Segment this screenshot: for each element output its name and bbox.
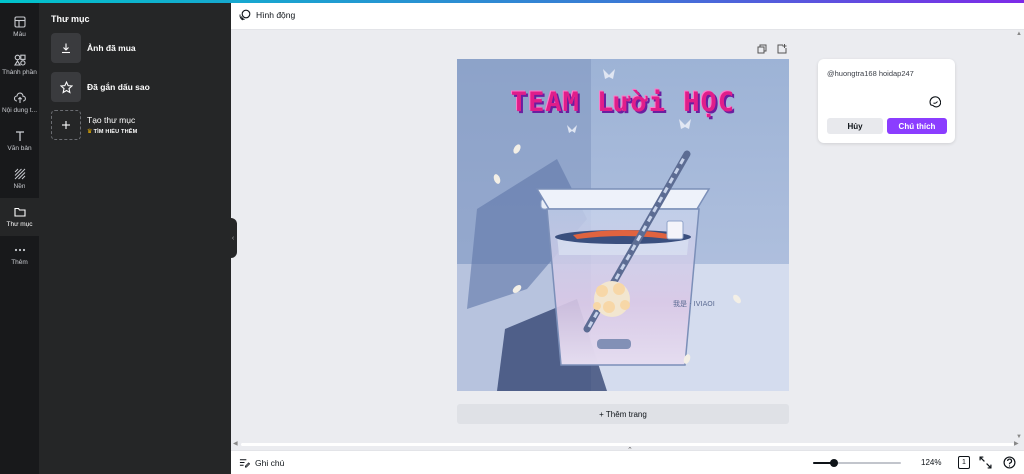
plus-icon xyxy=(62,121,70,129)
zoom-slider-handle[interactable] xyxy=(830,459,839,467)
scroll-left-arrow[interactable]: ◀ xyxy=(233,440,238,447)
rail-item-label: Văn bản xyxy=(7,145,32,152)
page-count-button[interactable]: 1 xyxy=(958,456,970,469)
rail-item-more[interactable]: Thêm xyxy=(0,236,39,274)
folder-tile xyxy=(51,33,81,63)
panel-title: Thư mục xyxy=(51,14,90,24)
chevron-left-icon: ‹ xyxy=(231,234,235,242)
text-icon xyxy=(14,130,26,142)
folder-tile xyxy=(51,110,81,140)
zoom-slider[interactable] xyxy=(813,459,901,467)
svg-text:我是 · IVIAOI: 我是 · IVIAOI xyxy=(673,299,715,308)
folder-name: Đã gắn dấu sao xyxy=(87,82,150,92)
download-icon xyxy=(62,43,70,54)
side-rail: Mẫu Thành phần Nội dung t... Văn bản Nền… xyxy=(0,3,39,474)
learn-more-link[interactable]: ♛TÌM HIỂU THÊM xyxy=(87,128,137,135)
rail-item-uploads[interactable]: Nội dung t... xyxy=(0,84,39,122)
rail-item-label: Nền xyxy=(13,183,26,190)
fullscreen-icon[interactable] xyxy=(979,456,992,469)
design-page[interactable]: 我是 · IVIAOI TEAM Lười HỌC xyxy=(457,59,789,391)
folder-purchased[interactable]: Ảnh đã mua xyxy=(51,33,221,63)
duplicate-page-icon[interactable] xyxy=(757,44,767,54)
animate-button[interactable]: Hình động xyxy=(239,9,295,21)
folders-panel: Thư mục Ảnh đã mua Đã gắn dấu sao Tạo th… xyxy=(39,3,231,474)
add-page-icon[interactable] xyxy=(777,44,787,54)
rail-item-label: Nội dung t... xyxy=(1,107,38,114)
comment-input[interactable]: @huongtra168 hoidap247 xyxy=(827,69,914,78)
emoji-icon[interactable] xyxy=(929,96,941,108)
folder-name: Ảnh đã mua xyxy=(87,43,136,53)
folder-starred[interactable]: Đã gắn dấu sao xyxy=(51,72,221,102)
cancel-button[interactable]: Hủy xyxy=(827,118,883,134)
rail-item-folders[interactable]: Thư mục xyxy=(0,198,39,236)
rail-item-elements[interactable]: Thành phần xyxy=(0,46,39,84)
upload-cloud-icon xyxy=(13,92,26,104)
design-title-text[interactable]: TEAM Lười HỌC xyxy=(457,87,789,118)
zoom-level[interactable]: 124% xyxy=(921,458,941,467)
comment-box: @huongtra168 hoidap247 Hủy Chú thích xyxy=(818,59,955,143)
folder-tile xyxy=(51,72,81,102)
animate-label: Hình động xyxy=(256,10,296,20)
star-icon xyxy=(59,80,73,94)
scroll-right-arrow[interactable]: ▶ xyxy=(1014,440,1019,447)
rail-item-label: Thêm xyxy=(11,259,28,266)
comment-submit-button[interactable]: Chú thích xyxy=(887,118,947,134)
create-folder-label: Tạo thư mục xyxy=(87,115,136,125)
page-actions xyxy=(757,44,787,54)
add-page-button[interactable]: + Thêm trang xyxy=(457,404,789,424)
notes-icon xyxy=(239,459,250,468)
bottom-bar: Ghi chú 124% 1 xyxy=(231,450,1024,474)
folder-icon xyxy=(13,206,26,218)
notes-label: Ghi chú xyxy=(255,457,285,468)
background-icon xyxy=(14,168,26,180)
rail-item-text[interactable]: Văn bản xyxy=(0,122,39,160)
editor-toolbar: Hình động xyxy=(231,3,1024,30)
animate-icon xyxy=(239,9,251,21)
scroll-up-arrow[interactable]: ▲ xyxy=(1016,31,1022,37)
collapse-panel-button[interactable]: ‹ xyxy=(229,218,237,258)
notes-button[interactable]: Ghi chú xyxy=(239,457,284,468)
rail-item-background[interactable]: Nền xyxy=(0,160,39,198)
rail-item-label: Thư mục xyxy=(6,221,33,228)
rail-item-label: Thành phần xyxy=(2,69,37,76)
rail-item-label: Mẫu xyxy=(13,31,26,38)
elements-icon xyxy=(13,54,26,66)
layout-icon xyxy=(13,16,26,28)
rail-item-templates[interactable]: Mẫu xyxy=(0,8,39,46)
help-icon[interactable] xyxy=(1003,456,1016,469)
more-icon xyxy=(14,244,26,256)
create-folder[interactable]: Tạo thư mục ♛TÌM HIỂU THÊM xyxy=(51,110,221,140)
crown-icon: ♛ xyxy=(87,129,93,135)
